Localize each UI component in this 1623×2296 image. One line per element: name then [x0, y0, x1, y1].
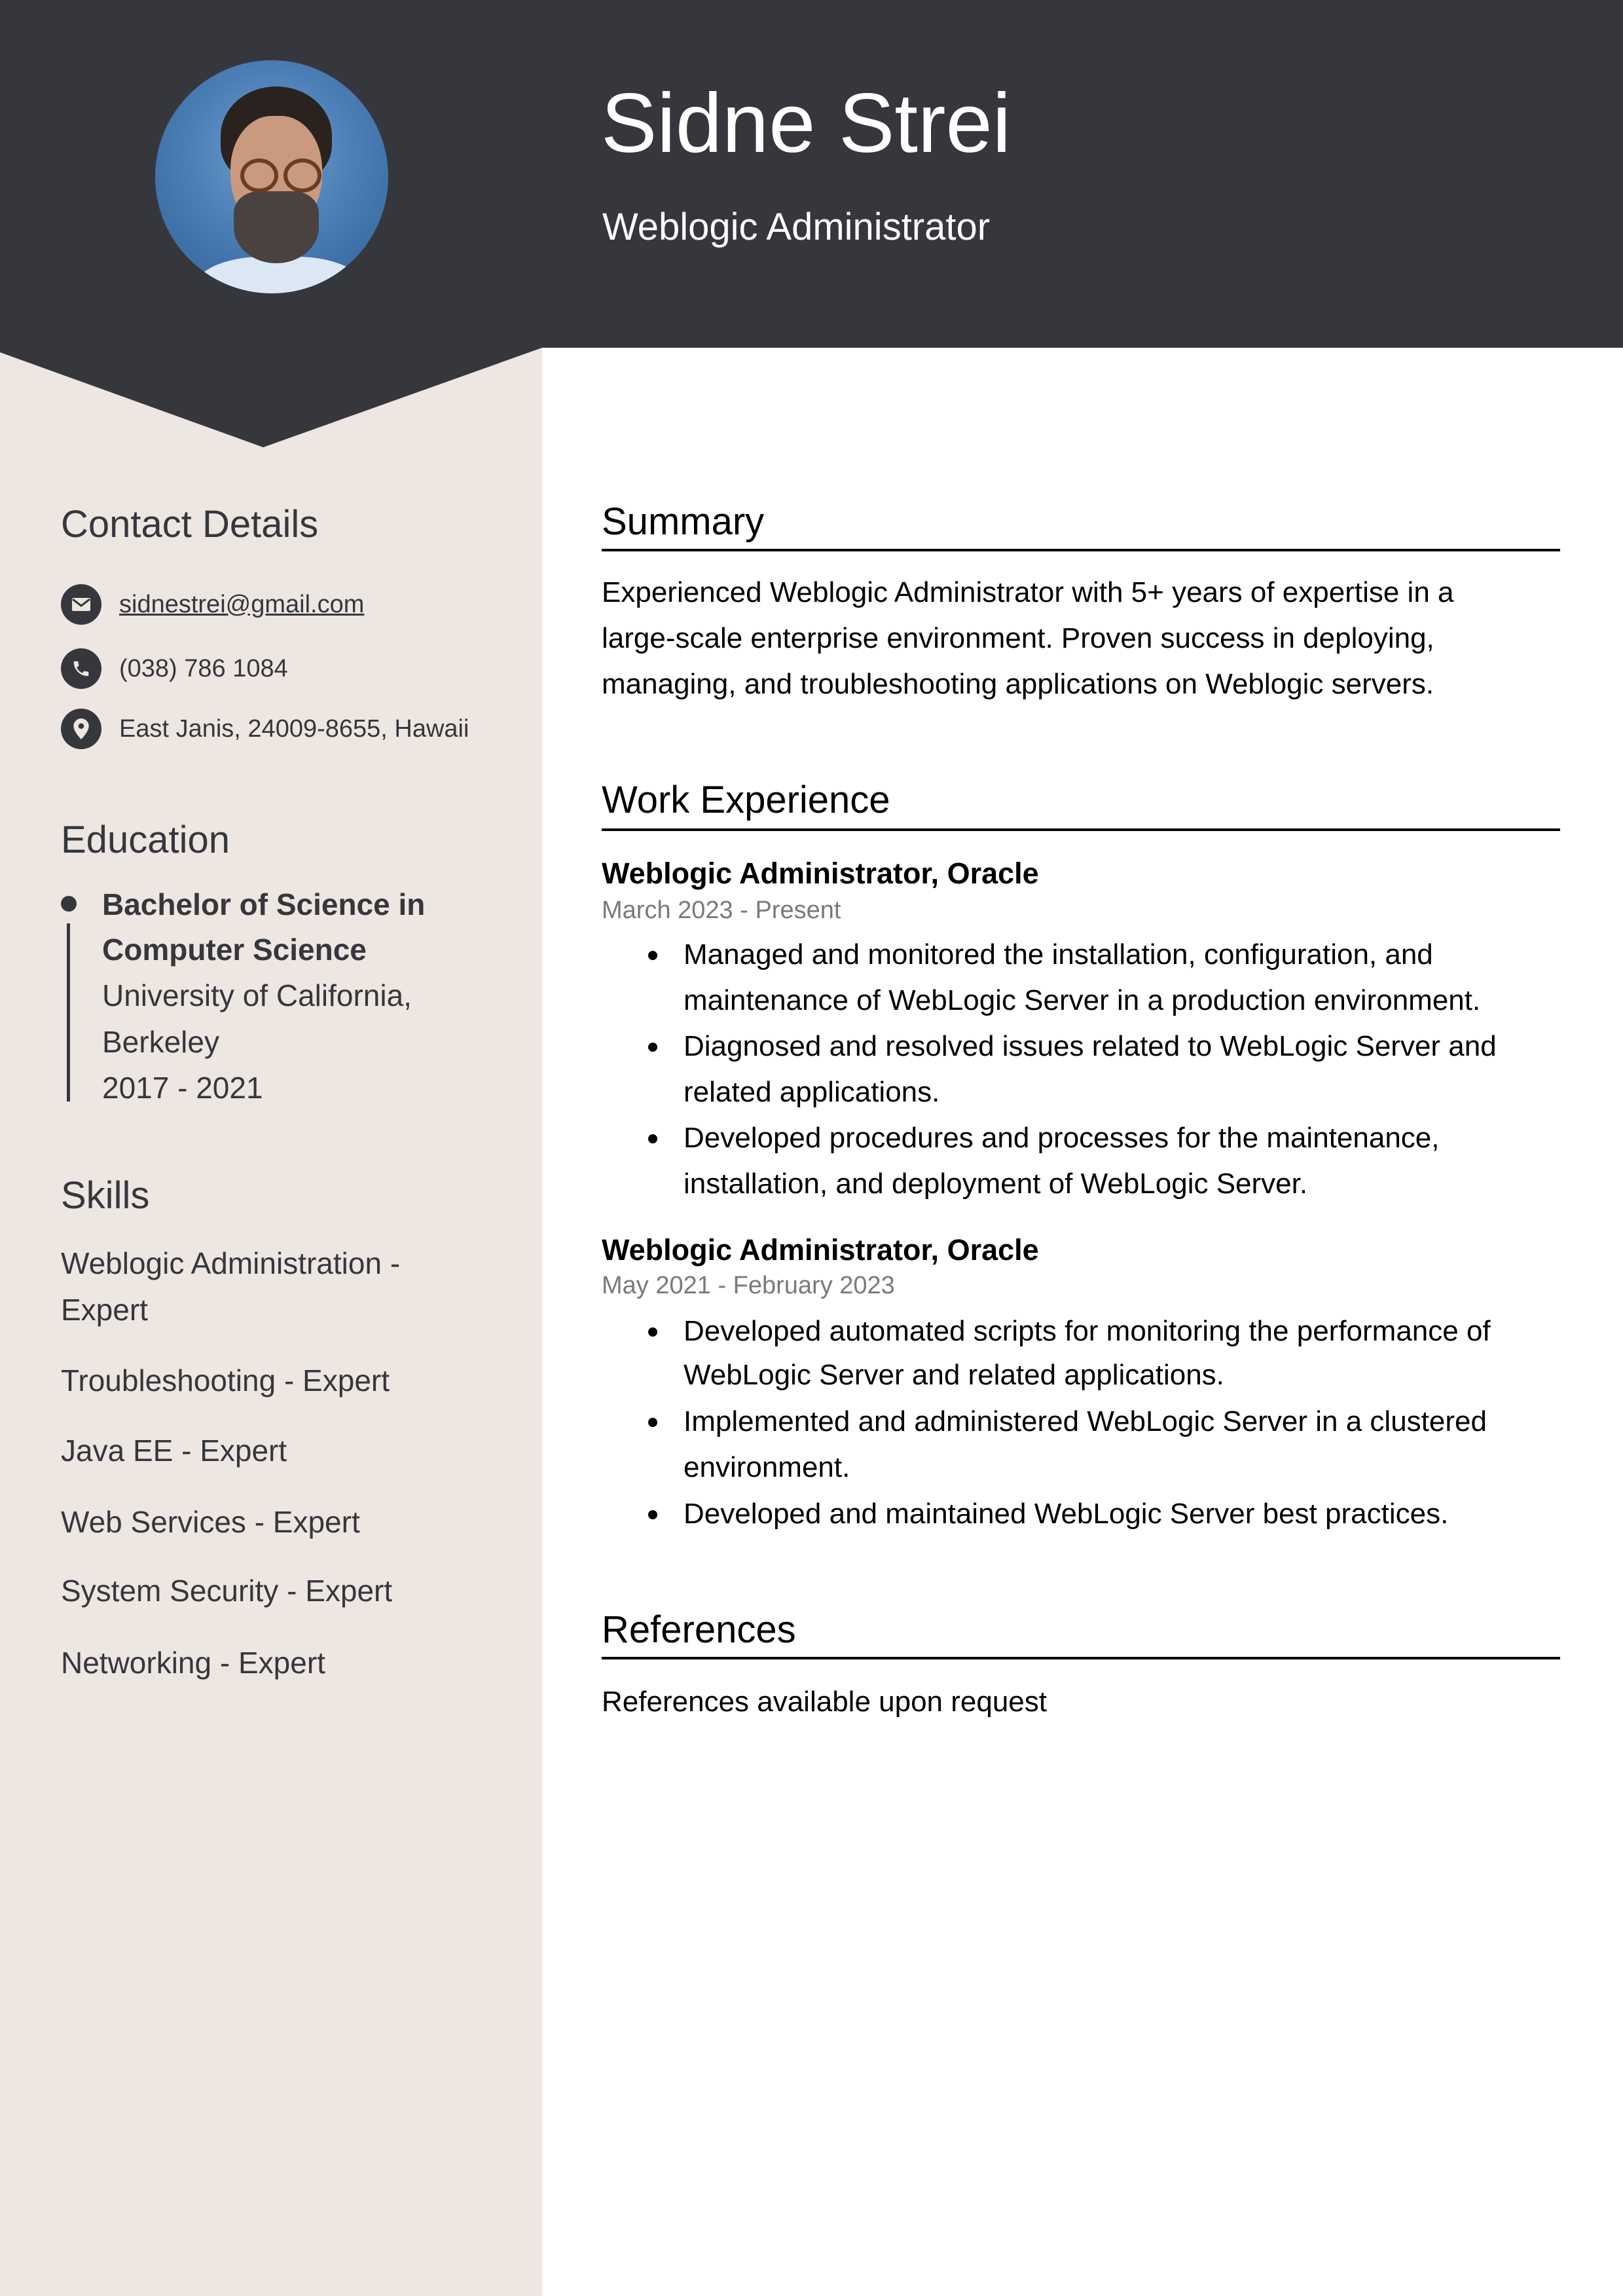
- bullet-icon: [648, 1043, 657, 1052]
- summary-line: Experienced Weblogic Administrator with …: [602, 576, 1454, 608]
- references-heading: References: [602, 1608, 796, 1651]
- skill-item: Weblogic Administration -: [61, 1246, 401, 1280]
- job-bullet-line: Developed and maintained WebLogic Server…: [684, 1498, 1449, 1530]
- skill-item-cont: Expert: [61, 1293, 148, 1327]
- candidate-name: Sidne Strei: [601, 77, 1012, 170]
- job-title: Weblogic Administrator, Oracle: [602, 857, 1039, 890]
- skill-item: System Security - Expert: [61, 1574, 393, 1608]
- degree-line: Bachelor of Science in: [102, 887, 426, 921]
- degree-line: Computer Science: [102, 933, 367, 967]
- bullet-icon: [648, 1327, 657, 1337]
- envelope-icon: [61, 584, 101, 625]
- bullet-icon: [648, 1418, 657, 1427]
- contact-heading: Contact Details: [61, 503, 319, 546]
- skills-heading: Skills: [61, 1174, 150, 1217]
- job-bullet-line: maintenance of WebLogic Server in a prod…: [684, 984, 1481, 1016]
- summary-line: managing, and troubleshooting applicatio…: [602, 668, 1434, 700]
- summary-line: large-scale enterprise environment. Prov…: [602, 622, 1434, 654]
- address: East Janis, 24009-8655, Hawaii: [119, 714, 469, 743]
- references-rule: [602, 1657, 1560, 1659]
- education-years: 2017 - 2021: [102, 1071, 263, 1105]
- job-bullet-line: related applications.: [684, 1076, 940, 1108]
- timeline-line: [67, 923, 70, 1102]
- candidate-title: Weblogic Administrator: [602, 206, 991, 248]
- header-chevron: [0, 347, 542, 447]
- work-rule: [602, 828, 1560, 831]
- job-bullet-line: Implemented and administered WebLogic Se…: [684, 1405, 1487, 1437]
- bullet-icon: [648, 1510, 657, 1519]
- profile-photo: [155, 60, 388, 293]
- bullet-icon: [648, 1134, 657, 1143]
- education-heading: Education: [61, 819, 230, 861]
- job-bullet-line: Developed procedures and processes for t…: [684, 1122, 1440, 1154]
- work-heading: Work Experience: [602, 779, 890, 821]
- skill-item: Web Services - Expert: [61, 1505, 360, 1539]
- school-line: Berkeley: [102, 1025, 219, 1059]
- phone-icon: [61, 648, 101, 689]
- school-line: University of California,: [102, 978, 412, 1012]
- job-title: Weblogic Administrator, Oracle: [602, 1233, 1039, 1267]
- job-bullet-line: Managed and monitored the installation, …: [684, 938, 1433, 971]
- timeline-dot: [61, 896, 77, 912]
- email-link[interactable]: sidnestrei@gmail.com: [119, 591, 364, 619]
- job-bullet-line: Diagnosed and resolved issues related to…: [684, 1030, 1497, 1062]
- map-pin-icon: [61, 709, 101, 749]
- bullet-icon: [648, 951, 657, 960]
- skill-item: Networking - Expert: [61, 1646, 325, 1680]
- job-bullet-line: WebLogic Server and related applications…: [684, 1359, 1224, 1391]
- contact-address: East Janis, 24009-8655, Hawaii: [61, 709, 469, 749]
- job-bullet-line: Developed automated scripts for monitori…: [684, 1315, 1491, 1347]
- phone-number: (038) 786 1084: [119, 654, 288, 682]
- summary-rule: [602, 549, 1560, 551]
- job-bullet-line: environment.: [684, 1451, 850, 1483]
- job-dates: March 2023 - Present: [602, 897, 841, 924]
- references-text: References available upon request: [602, 1686, 1048, 1718]
- skill-item: Java EE - Expert: [61, 1434, 287, 1468]
- job-bullet-line: installation, and deployment of WebLogic…: [684, 1168, 1308, 1200]
- summary-heading: Summary: [602, 500, 765, 543]
- job-dates: May 2021 - February 2023: [602, 1272, 895, 1299]
- skill-item: Troubleshooting - Expert: [61, 1363, 390, 1398]
- contact-phone: (038) 786 1084: [61, 648, 288, 689]
- contact-email[interactable]: sidnestrei@gmail.com: [61, 584, 364, 625]
